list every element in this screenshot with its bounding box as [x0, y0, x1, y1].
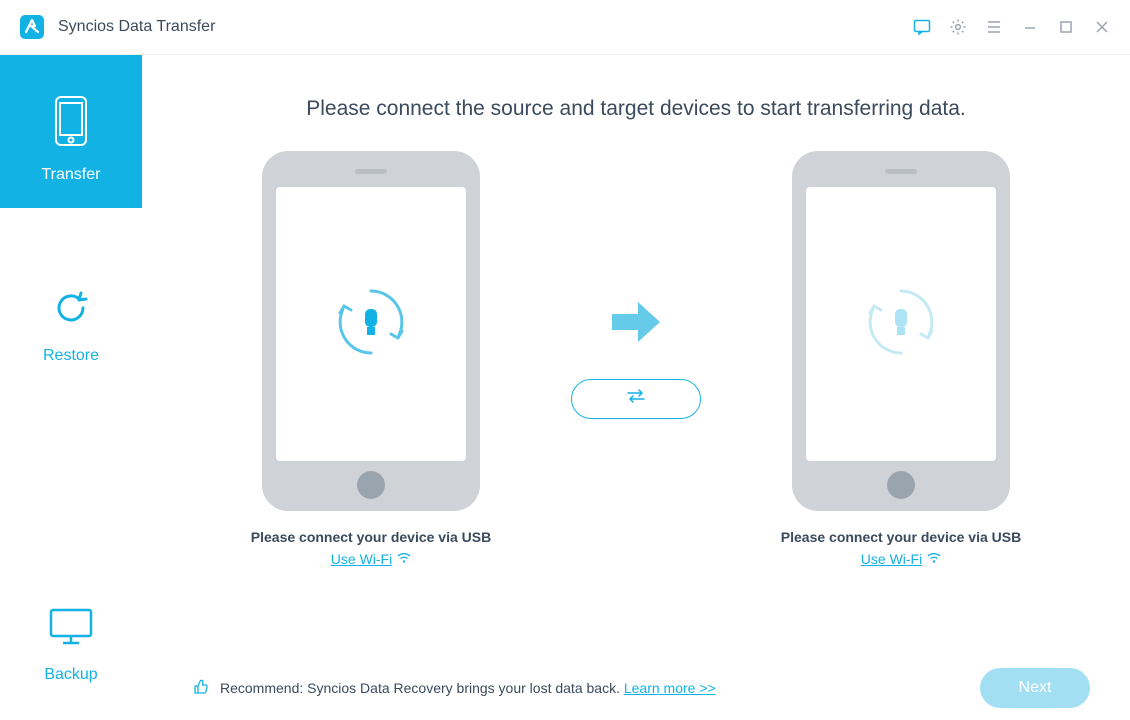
recommend-text: Recommend: Syncios Data Recovery brings …: [220, 680, 716, 696]
swap-devices-button[interactable]: [571, 379, 701, 419]
main-panel: Please connect the source and target dev…: [142, 55, 1130, 720]
target-device-column: Please connect your device via USB Use W…: [746, 151, 1056, 567]
sidebar-item-label: Restore: [43, 347, 99, 365]
wifi-icon: [927, 551, 941, 567]
feedback-icon[interactable]: [904, 9, 940, 45]
sidebar-item-label: Backup: [44, 666, 97, 684]
source-instruction: Please connect your device via USB: [251, 529, 491, 545]
usb-plug-icon: [332, 283, 410, 366]
source-wifi-link[interactable]: Use Wi-Fi: [331, 551, 411, 567]
sidebar: Transfer Restore Backup: [0, 55, 142, 720]
phone-icon: [54, 95, 88, 152]
sidebar-item-transfer[interactable]: Transfer: [0, 55, 142, 208]
source-phone-placeholder: [262, 151, 480, 511]
page-headline: Please connect the source and target dev…: [182, 97, 1090, 121]
wifi-icon: [397, 551, 411, 567]
target-phone-placeholder: [792, 151, 1010, 511]
usb-plug-icon: [862, 283, 940, 366]
sidebar-item-backup[interactable]: Backup: [0, 587, 142, 720]
restore-icon: [51, 288, 91, 333]
next-button[interactable]: Next: [980, 668, 1090, 708]
titlebar: Syncios Data Transfer: [0, 0, 1130, 55]
swap-icon: [625, 388, 647, 409]
app-title: Syncios Data Transfer: [58, 18, 215, 36]
thumbs-up-icon: [192, 678, 210, 699]
close-icon[interactable]: [1084, 9, 1120, 45]
sidebar-item-restore[interactable]: Restore: [0, 208, 142, 389]
middle-column: [566, 300, 706, 419]
learn-more-link[interactable]: Learn more >>: [624, 680, 716, 696]
footer: Recommend: Syncios Data Recovery brings …: [142, 668, 1130, 708]
source-device-column: Please connect your device via USB Use W…: [216, 151, 526, 567]
transfer-direction-arrow-icon: [608, 300, 664, 349]
app-logo-icon: [18, 13, 46, 41]
maximize-icon[interactable]: [1048, 9, 1084, 45]
monitor-icon: [48, 607, 94, 652]
target-wifi-link[interactable]: Use Wi-Fi: [861, 551, 941, 567]
sidebar-item-label: Transfer: [42, 166, 101, 184]
minimize-icon[interactable]: [1012, 9, 1048, 45]
menu-icon[interactable]: [976, 9, 1012, 45]
settings-icon[interactable]: [940, 9, 976, 45]
target-instruction: Please connect your device via USB: [781, 529, 1021, 545]
